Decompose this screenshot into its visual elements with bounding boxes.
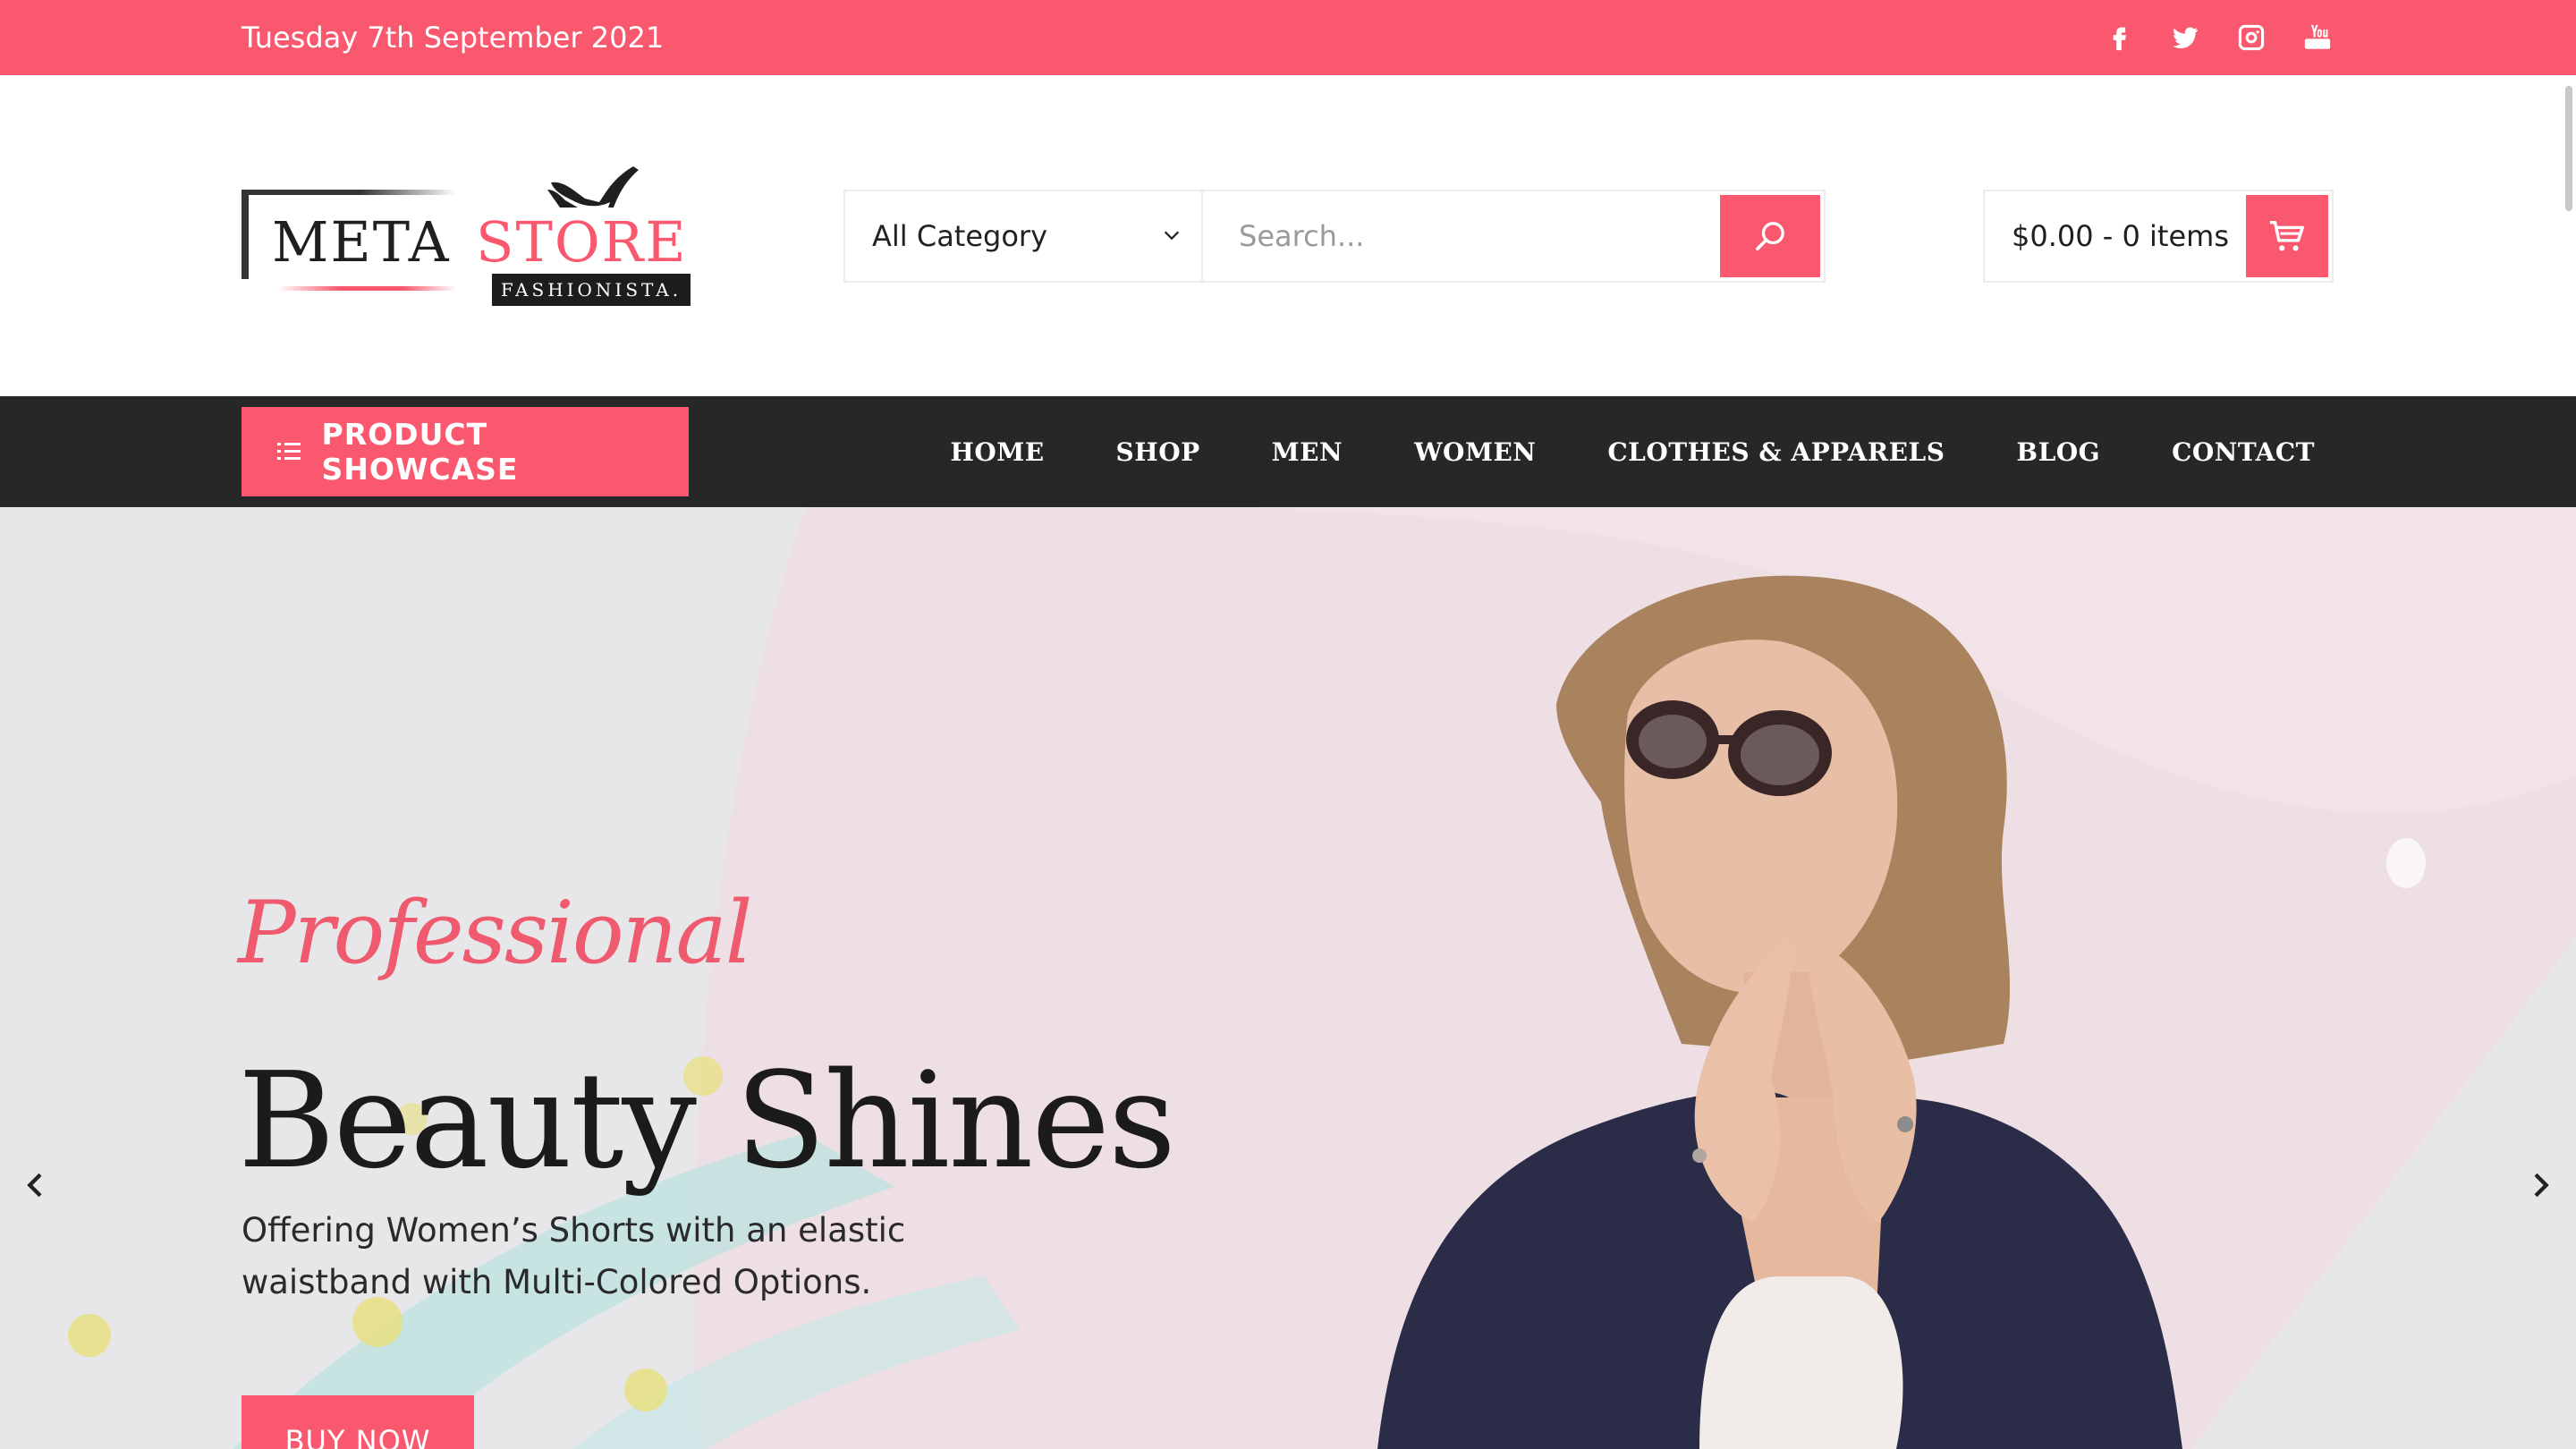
chevron-left-icon bbox=[27, 1173, 42, 1198]
cart-icon bbox=[2269, 220, 2304, 251]
page-scrollbar[interactable] bbox=[2560, 75, 2576, 1449]
chevron-down-icon bbox=[1164, 231, 1180, 241]
nav-menu: HOME SHOP MEN WOMEN CLOTHES & APPARELS B… bbox=[950, 396, 2334, 507]
nav-item-contact[interactable]: CONTACT bbox=[2172, 437, 2315, 467]
high-heel-icon bbox=[547, 166, 639, 208]
list-icon bbox=[277, 442, 301, 462]
hero-headline: Beauty Shines bbox=[238, 1044, 1176, 1198]
site-logo[interactable]: META STORE FASHIONISTA. bbox=[242, 163, 691, 306]
social-links bbox=[2102, 0, 2334, 75]
twitter-icon[interactable] bbox=[2168, 21, 2202, 55]
logo-word-meta: META bbox=[272, 209, 451, 275]
cart-button[interactable] bbox=[2246, 195, 2328, 277]
hero-slider: Professional Beauty Shines Offering Wome… bbox=[0, 507, 2576, 1449]
product-showcase-button[interactable]: PRODUCT SHOWCASE bbox=[242, 407, 689, 496]
logo-tagline: FASHIONISTA. bbox=[492, 274, 691, 306]
cart-summary[interactable]: $0.00 - 0 items bbox=[1985, 219, 2246, 253]
nav-item-women[interactable]: WOMEN bbox=[1414, 437, 1536, 467]
logo-underline bbox=[277, 286, 456, 291]
top-bar: Tuesday 7th September 2021 bbox=[0, 0, 2576, 75]
product-showcase-label: PRODUCT SHOWCASE bbox=[321, 417, 519, 487]
logo-frame-left bbox=[242, 190, 249, 279]
nav-item-blog[interactable]: BLOG bbox=[2016, 437, 2100, 467]
nav-item-home[interactable]: HOME bbox=[950, 437, 1044, 467]
mini-cart[interactable]: $0.00 - 0 items bbox=[1983, 190, 2334, 283]
category-select[interactable]: All Category bbox=[845, 191, 1203, 281]
main-navigation: PRODUCT SHOWCASE HOME SHOP MEN WOMEN CLO… bbox=[0, 396, 2576, 507]
slider-next-button[interactable] bbox=[2522, 1167, 2558, 1203]
hero-script-text: Professional bbox=[238, 883, 752, 983]
facebook-icon[interactable] bbox=[2102, 21, 2136, 55]
chevron-right-icon bbox=[2534, 1173, 2549, 1198]
search-bar: All Category bbox=[843, 190, 1826, 283]
youtube-icon[interactable] bbox=[2301, 21, 2334, 55]
instagram-icon[interactable] bbox=[2234, 21, 2268, 55]
search-button[interactable] bbox=[1720, 195, 1820, 277]
search-input[interactable] bbox=[1203, 191, 1716, 281]
slider-prev-button[interactable] bbox=[18, 1167, 54, 1203]
category-select-value: All Category bbox=[872, 219, 1048, 253]
logo-frame-top bbox=[242, 190, 456, 195]
current-date: Tuesday 7th September 2021 bbox=[242, 21, 665, 55]
scrollbar-thumb[interactable] bbox=[2565, 86, 2572, 211]
site-header: META STORE FASHIONISTA. All Category $0.… bbox=[0, 75, 2576, 396]
search-icon bbox=[1756, 222, 1784, 250]
nav-item-shop[interactable]: SHOP bbox=[1116, 437, 1200, 467]
hero-subtext: Offering Women’s Shorts with an elastic … bbox=[242, 1211, 906, 1301]
buy-now-button[interactable]: BUY NOW bbox=[242, 1395, 474, 1449]
nav-item-clothes-apparels[interactable]: CLOTHES & APPARELS bbox=[1607, 437, 1945, 467]
nav-item-men[interactable]: MEN bbox=[1272, 437, 1343, 467]
logo-word-store: STORE bbox=[476, 209, 688, 275]
